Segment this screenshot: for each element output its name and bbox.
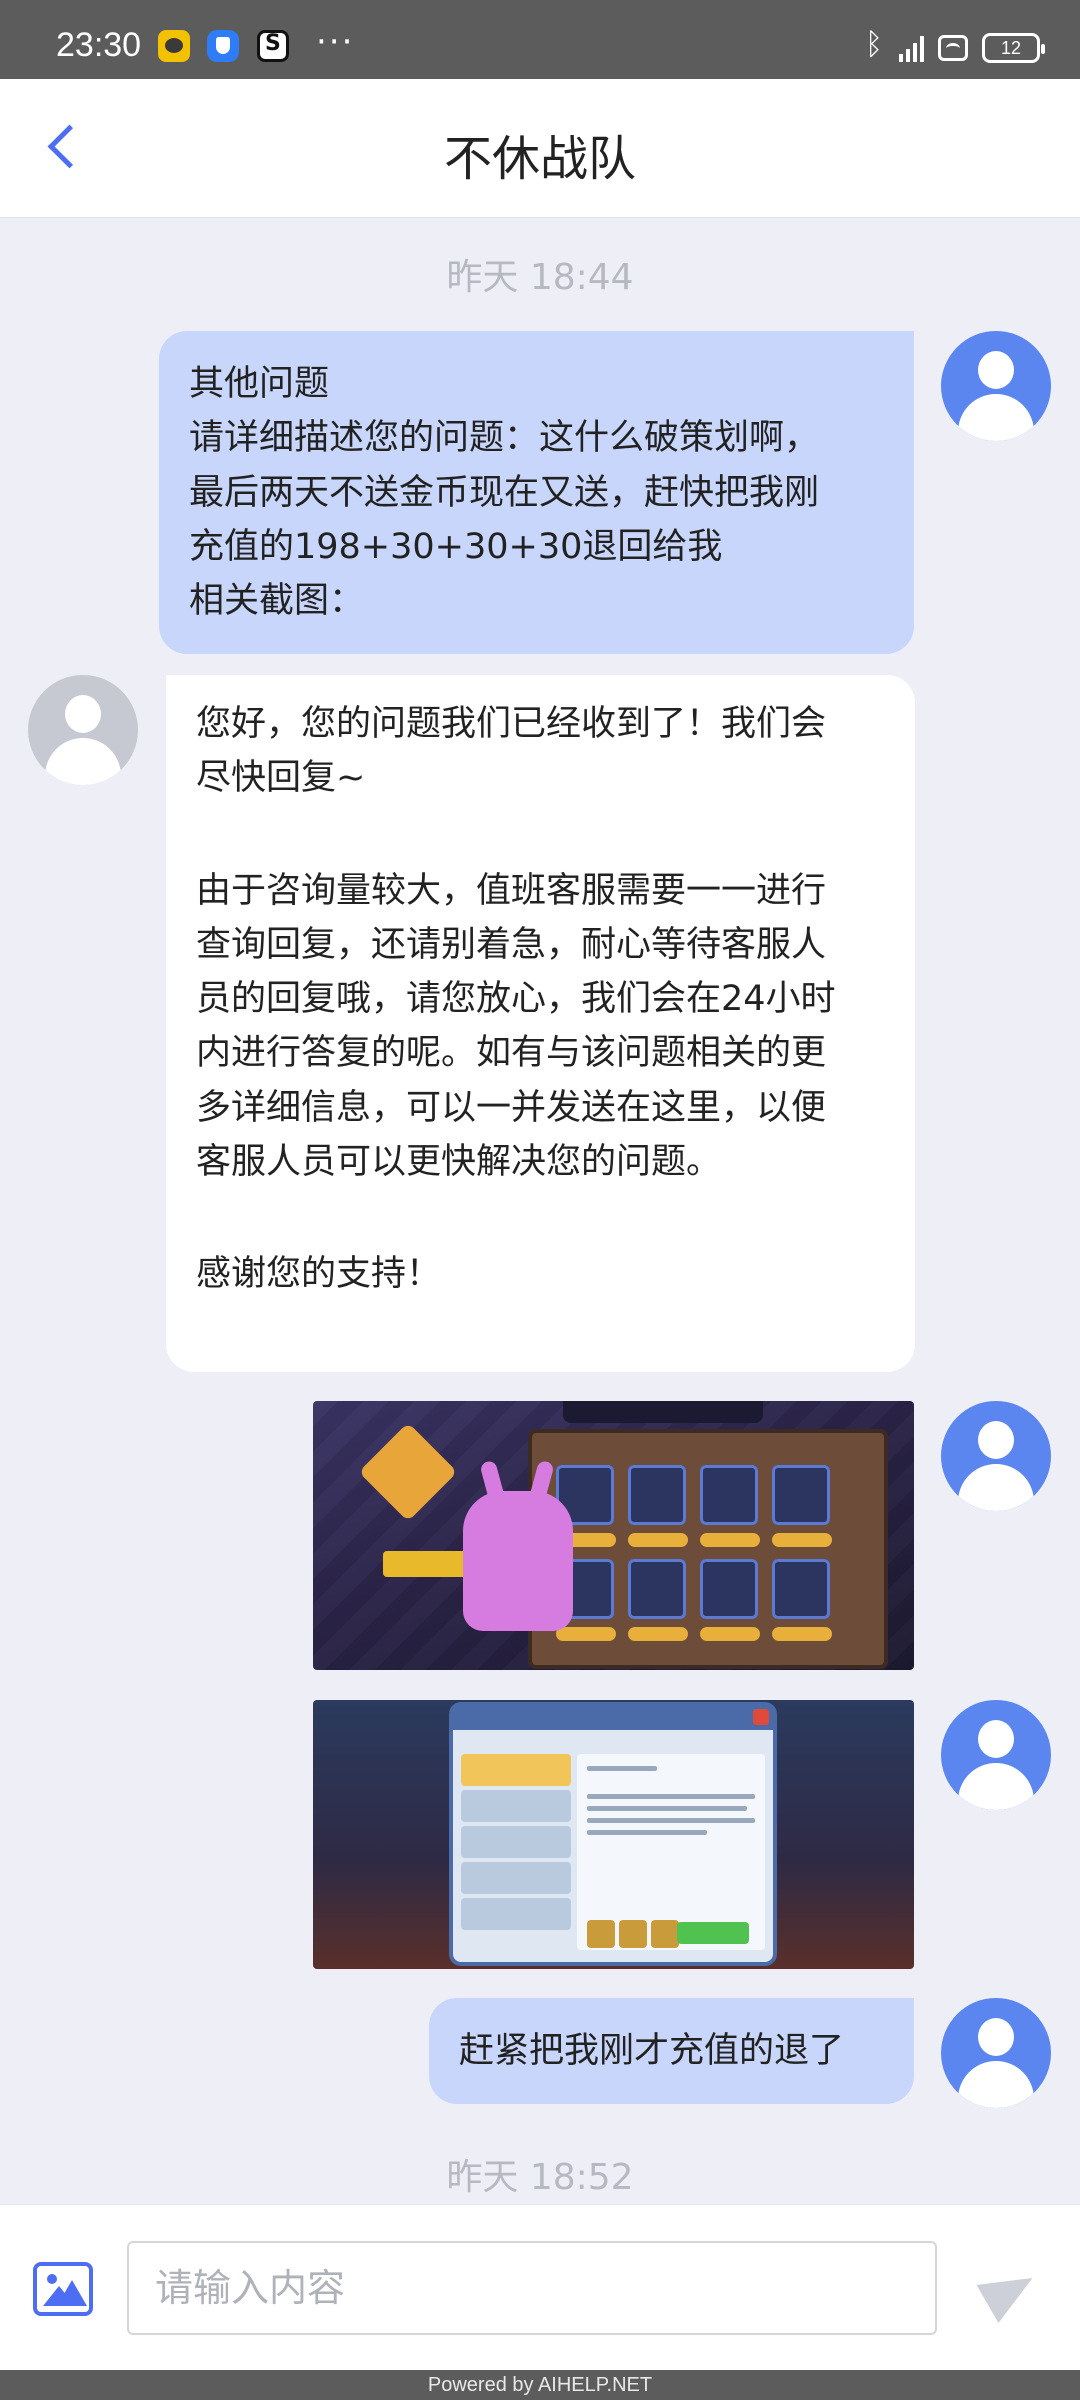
text-line bbox=[587, 1830, 707, 1835]
shop-card bbox=[628, 1559, 686, 1619]
message-line: 查询回复，还请别着急，耐心等待客服人 bbox=[196, 924, 827, 965]
game-shop-stage bbox=[528, 1429, 888, 1669]
text-line bbox=[587, 1794, 755, 1799]
message-line bbox=[196, 806, 885, 864]
message-line: 客服人员可以更快解决您的问题。 bbox=[196, 1141, 722, 1182]
avatar-head bbox=[978, 2018, 1014, 2056]
shield-notification-icon bbox=[207, 30, 239, 62]
message-line: 内进行答复的呢。如有与该问题相关的更 bbox=[196, 1033, 827, 1074]
dialog-titlebar bbox=[453, 1706, 773, 1730]
text-line bbox=[587, 1806, 747, 1811]
user-avatar[interactable] bbox=[941, 1998, 1051, 2108]
shop-card bbox=[772, 1559, 830, 1619]
message-line: 请详细描述您的问题：这什么破策划啊， bbox=[189, 418, 820, 459]
mail-row bbox=[461, 1754, 571, 1786]
avatar-head bbox=[978, 1421, 1014, 1459]
avatar-head bbox=[65, 695, 101, 733]
powered-by-footer: Powered by AIHELP.NET bbox=[0, 2370, 1080, 2400]
support-avatar[interactable] bbox=[28, 675, 138, 785]
chat-notification-icon bbox=[158, 30, 190, 62]
page-title: 不休战队 bbox=[443, 131, 636, 187]
game-character bbox=[463, 1491, 573, 1631]
shop-card bbox=[700, 1465, 758, 1525]
timestamp: 昨天 18:52 bbox=[446, 2157, 634, 2198]
user-avatar[interactable] bbox=[941, 1401, 1051, 1511]
message-line: 尽快回复~ bbox=[196, 758, 366, 799]
user-avatar[interactable] bbox=[941, 1700, 1051, 1810]
message-line: 其他问题 bbox=[189, 364, 330, 404]
battery-icon: 12 bbox=[982, 33, 1045, 63]
shop-card bbox=[628, 1465, 686, 1525]
shop-card bbox=[772, 1465, 830, 1525]
user-message-bubble: 赶紧把我刚才充值的退了 bbox=[429, 1998, 914, 2104]
status-right: 12 bbox=[865, 27, 1045, 66]
message-line: 充值的198+30+30+30退回给我 bbox=[189, 526, 723, 567]
message-line bbox=[196, 1189, 885, 1247]
signal-icon bbox=[899, 34, 924, 62]
game-menu-item bbox=[383, 1551, 473, 1577]
price-tag bbox=[628, 1627, 688, 1641]
mail-row bbox=[461, 1826, 571, 1858]
message-composer: 请输入内容 bbox=[0, 2204, 1080, 2370]
support-message-bubble: 您好，您的问题我们已经收到了！我们会 尽快回复~ 由于咨询量较大，值班客服需要一… bbox=[166, 675, 915, 1372]
avatar-body bbox=[958, 2061, 1034, 2108]
bluetooth-icon bbox=[865, 27, 885, 63]
image-sun bbox=[47, 2274, 57, 2284]
price-tag bbox=[556, 1627, 616, 1641]
mail-row bbox=[461, 1790, 571, 1822]
text-line bbox=[587, 1818, 755, 1823]
shop-card bbox=[700, 1559, 758, 1619]
message-line: 您好，您的问题我们已经收到了！我们会 bbox=[196, 704, 827, 744]
status-bar: 23:30 ··· 12 bbox=[0, 0, 1080, 79]
price-tag bbox=[700, 1533, 760, 1547]
message-line: 由于咨询量较大，值班客服需要一一进行 bbox=[196, 870, 827, 911]
screenshot-image-mail[interactable] bbox=[313, 1700, 914, 1969]
mail-content-panel bbox=[577, 1754, 765, 1950]
avatar-body bbox=[958, 1763, 1034, 1810]
status-time: 23:30 bbox=[56, 26, 142, 64]
message-line: 员的回复哦，请您放心，我们会在24小时 bbox=[196, 979, 836, 1019]
timestamp: 昨天 18:44 bbox=[446, 257, 634, 298]
price-tag bbox=[772, 1533, 832, 1547]
message-line: 多详细信息，可以一并发送在这里，以便 bbox=[196, 1087, 827, 1128]
app-notification-icon bbox=[257, 30, 289, 62]
user-avatar[interactable] bbox=[941, 331, 1051, 441]
user-message-bubble: 其他问题 请详细描述您的问题：这什么破策划啊， 最后两天不送金币现在又送，赶快把… bbox=[159, 331, 914, 655]
close-icon bbox=[753, 1709, 769, 1725]
reward-item bbox=[587, 1920, 615, 1948]
message-line: 相关截图： bbox=[189, 581, 365, 621]
chat-header: 不休战队 bbox=[0, 79, 1080, 218]
screenshot-image-shop[interactable] bbox=[313, 1401, 914, 1670]
avatar-body bbox=[45, 738, 121, 785]
price-tag bbox=[772, 1627, 832, 1641]
wifi-icon bbox=[938, 35, 968, 61]
avatar-body bbox=[958, 1464, 1034, 1511]
price-tag bbox=[700, 1627, 760, 1641]
message-input[interactable]: 请输入内容 bbox=[127, 2241, 937, 2335]
game-mail-dialog bbox=[453, 1706, 773, 1962]
text-line bbox=[587, 1766, 657, 1771]
avatar-body bbox=[958, 394, 1034, 441]
price-tag bbox=[628, 1533, 688, 1547]
more-notifications-icon: ··· bbox=[316, 22, 355, 62]
game-currency-bar bbox=[563, 1401, 763, 1423]
avatar-head bbox=[978, 351, 1014, 389]
image-mountain bbox=[57, 2280, 87, 2306]
send-icon[interactable] bbox=[980, 2259, 1040, 2319]
reward-item bbox=[651, 1920, 679, 1948]
claim-button bbox=[677, 1922, 749, 1944]
image-icon[interactable] bbox=[33, 2262, 93, 2316]
message-line: 最后两天不送金币现在又送，赶快把我刚 bbox=[189, 472, 820, 513]
reward-item bbox=[619, 1920, 647, 1948]
mail-row bbox=[461, 1898, 571, 1930]
avatar-head bbox=[978, 1720, 1014, 1758]
message-line: 感谢您的支持！ bbox=[196, 1254, 442, 1294]
mail-row bbox=[461, 1862, 571, 1894]
